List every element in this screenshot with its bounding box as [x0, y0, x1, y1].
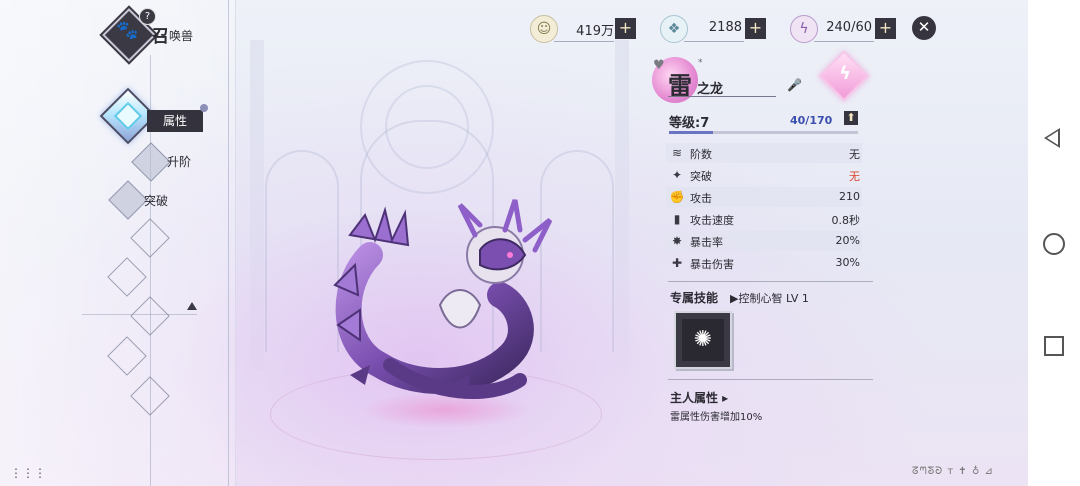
- stat-name: 暴击伤害: [690, 258, 734, 271]
- tab-ascend[interactable]: 升阶: [167, 153, 191, 170]
- crystal-icon: ❖: [660, 15, 688, 43]
- exp-bar: [669, 131, 858, 134]
- game-screen: 🐾 ? 召 唤兽 属性 升阶 突破 ☺ 419万 + ❖ 2188 + ϟ 24…: [0, 0, 1028, 486]
- level-up-button[interactable]: ⬆: [844, 111, 858, 125]
- paw-icon: 🐾: [116, 20, 139, 41]
- bg-column: [615, 40, 629, 370]
- stat-row: ✸ 暴击率 20%: [666, 231, 862, 251]
- exp-value: 40/170: [790, 114, 833, 127]
- page-title-suffix: 唤兽: [169, 29, 194, 43]
- coin-icon: ☺: [530, 15, 558, 43]
- divider: [228, 0, 229, 486]
- stat-name: 突破: [690, 170, 712, 183]
- beast-name-suffix: 之龙: [697, 82, 724, 97]
- stat-row: ✊ 攻击 210: [666, 187, 862, 207]
- divider: [554, 41, 614, 42]
- star-mark: *: [698, 58, 703, 68]
- stat-row: ✦ 突破 无: [666, 165, 862, 185]
- stat-name: 阶数: [690, 148, 712, 161]
- left-panel: [0, 0, 236, 486]
- close-button[interactable]: ✕: [912, 16, 936, 40]
- back-icon-inner: [1047, 131, 1058, 145]
- tab-attributes[interactable]: 属性: [147, 110, 203, 132]
- stat-value: 30%: [835, 256, 860, 269]
- divider: [684, 41, 744, 42]
- exp-bar-fill: [669, 131, 714, 134]
- bars-icon: ▮: [673, 212, 681, 226]
- gold-value: 419万: [576, 24, 614, 39]
- notification-dot: [200, 104, 208, 112]
- add-stamina-button[interactable]: +: [875, 18, 896, 39]
- skill-name[interactable]: ▶控制心智 LV 1: [730, 290, 809, 306]
- stat-name: 攻击: [690, 192, 712, 205]
- owner-attr-desc: 雷属性伤害增加10%: [670, 412, 763, 423]
- stamina-value: 240/60: [826, 20, 872, 35]
- stat-name: 攻击速度: [690, 214, 734, 227]
- divider: [668, 96, 776, 97]
- fist-icon: ✊: [669, 190, 685, 204]
- level-label: 等级:7: [669, 116, 710, 131]
- crit-dmg-icon: ✚: [671, 256, 683, 270]
- stat-value: 无: [849, 148, 860, 161]
- menu-grid-icon[interactable]: ⋮⋮⋮: [10, 466, 46, 480]
- stat-name: 暴击率: [690, 236, 723, 249]
- stat-row: ≋ 阶数 无: [666, 143, 862, 163]
- thunder-dragon-image[interactable]: [330, 195, 570, 415]
- add-crystal-button[interactable]: +: [745, 18, 766, 39]
- mind-control-skill-icon[interactable]: ✺: [682, 319, 724, 361]
- divider: [668, 281, 873, 282]
- recent-apps-icon[interactable]: [1044, 336, 1064, 356]
- bg-window-left: [265, 150, 339, 352]
- stat-value: 20%: [835, 234, 860, 247]
- stat-row: ✚ 暴击伤害 30%: [666, 253, 862, 273]
- thunder-symbol: ϟ: [839, 63, 851, 84]
- stat-value: 0.8秒: [831, 214, 861, 227]
- break-icon: ✦: [671, 168, 683, 182]
- decorative-runes: ᘔᘉᘕᘐ ᴛ ✝ ♁ ⊿: [912, 466, 994, 477]
- owner-attr-title[interactable]: 主人属性 ▸: [670, 389, 728, 406]
- favorite-heart-icon[interactable]: ♥: [653, 58, 665, 73]
- add-gold-button[interactable]: +: [615, 18, 636, 39]
- crystal-value: 2188: [708, 20, 742, 35]
- voice-mic-icon[interactable]: 🎤: [787, 78, 802, 92]
- stat-value: 210: [839, 190, 860, 203]
- stat-value: 无: [849, 170, 860, 183]
- skill-section-title: 专属技能: [670, 291, 719, 305]
- home-icon[interactable]: [1043, 233, 1065, 255]
- crit-icon: ✸: [671, 234, 683, 248]
- bg-column: [250, 40, 264, 370]
- divider: [668, 379, 873, 380]
- scroll-indicator-icon[interactable]: [187, 302, 197, 310]
- page-title: 召: [152, 27, 169, 47]
- stat-row: ▮ 攻击速度 0.8秒: [666, 209, 862, 229]
- tab-breakthrough[interactable]: 突破: [144, 192, 168, 209]
- layers-icon: ≋: [671, 146, 683, 160]
- divider: [814, 41, 874, 42]
- energy-icon: ϟ: [790, 15, 818, 43]
